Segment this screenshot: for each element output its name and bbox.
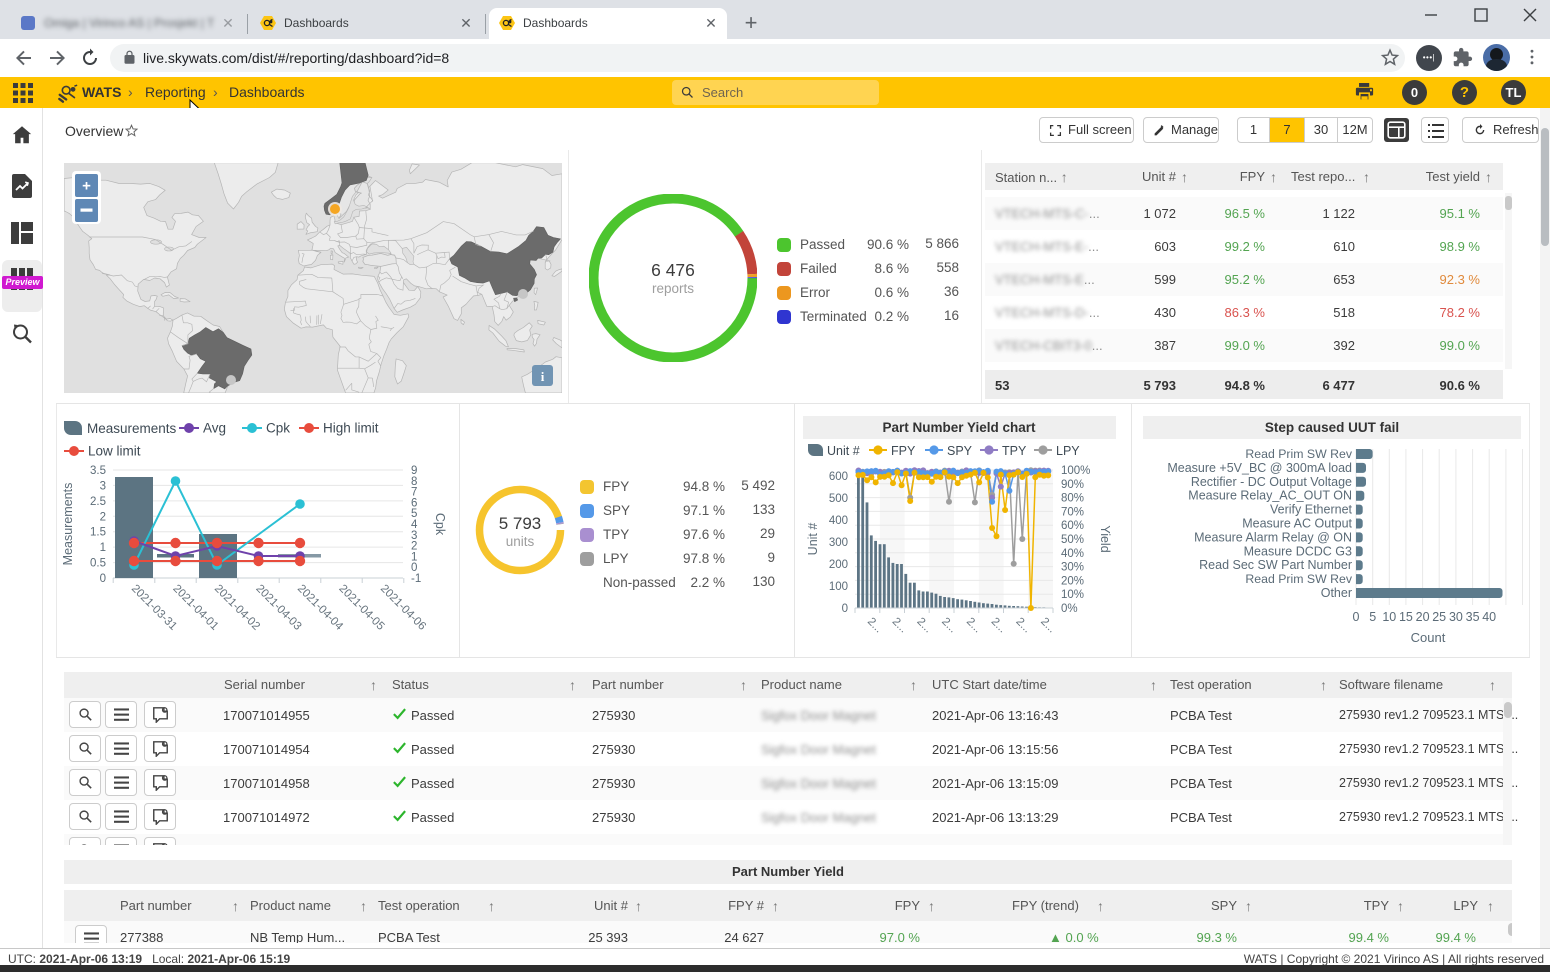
svg-text:40: 40 [1482, 610, 1496, 624]
svg-text:Low limit: Low limit [88, 444, 141, 459]
svg-text:2...: 2... [939, 616, 959, 636]
svg-text:2...: 2... [1013, 616, 1033, 636]
svg-text:90%: 90% [1061, 479, 1084, 491]
svg-text:Other: Other [1321, 586, 1352, 600]
svg-text:400: 400 [829, 515, 848, 527]
svg-text:Measure Relay_AC_OUT ON: Measure Relay_AC_OUT ON [1188, 489, 1352, 503]
svg-text:Measure DCDC G3: Measure DCDC G3 [1244, 544, 1352, 558]
svg-text:35: 35 [1466, 610, 1480, 624]
svg-text:FPY: FPY [891, 444, 916, 458]
svg-text:Unit #: Unit # [806, 523, 820, 556]
svg-text:SPY: SPY [947, 444, 973, 458]
svg-text:1: 1 [100, 542, 106, 554]
svg-text:15: 15 [1399, 610, 1413, 624]
svg-text:30%: 30% [1061, 562, 1084, 574]
svg-text:2...: 2... [989, 616, 1009, 636]
svg-text:500: 500 [829, 493, 848, 505]
svg-text:Unit #: Unit # [827, 444, 860, 458]
svg-text:25: 25 [1432, 610, 1446, 624]
svg-text:600: 600 [829, 471, 848, 483]
svg-text:50%: 50% [1061, 534, 1084, 546]
svg-text:Cpk: Cpk [433, 513, 447, 536]
svg-text:60%: 60% [1061, 520, 1084, 532]
svg-text:3.5: 3.5 [90, 465, 106, 477]
svg-text:2...: 2... [914, 616, 934, 636]
svg-text:0%: 0% [1061, 603, 1078, 615]
svg-text:2...: 2... [890, 616, 910, 636]
svg-text:10: 10 [1382, 610, 1396, 624]
svg-text:Measurements: Measurements [87, 421, 177, 436]
svg-text:Measurements: Measurements [61, 483, 75, 566]
svg-text:1.5: 1.5 [90, 527, 106, 539]
svg-text:Read Prim SW Rev: Read Prim SW Rev [1245, 572, 1352, 586]
svg-text:Measure Alarm Relay @ ON: Measure Alarm Relay @ ON [1194, 530, 1352, 544]
svg-text:0: 0 [1353, 610, 1360, 624]
svg-text:300: 300 [829, 537, 848, 549]
svg-text:Avg: Avg [203, 421, 226, 436]
svg-text:30: 30 [1449, 610, 1463, 624]
svg-text:2: 2 [100, 511, 106, 523]
svg-text:5: 5 [1369, 610, 1376, 624]
svg-text:3: 3 [100, 480, 106, 492]
svg-text:Measure +5V_BC @ 300mA load: Measure +5V_BC @ 300mA load [1167, 461, 1352, 475]
svg-text:0.5: 0.5 [90, 558, 106, 570]
svg-text:Cpk: Cpk [266, 421, 290, 436]
svg-text:Part Number Yield chart: Part Number Yield chart [882, 420, 1036, 435]
svg-text:Read Sec SW Part Number: Read Sec SW Part Number [1199, 558, 1352, 572]
svg-text:2.5: 2.5 [90, 496, 106, 508]
svg-text:80%: 80% [1061, 493, 1084, 505]
svg-text:100: 100 [829, 581, 848, 593]
svg-text:Measure AC Output: Measure AC Output [1242, 517, 1352, 531]
svg-text:20: 20 [1416, 610, 1430, 624]
svg-text:Rectifier - DC Output Voltage: Rectifier - DC Output Voltage [1191, 475, 1352, 489]
svg-text:LPY: LPY [1056, 444, 1080, 458]
svg-text:0: 0 [842, 603, 848, 615]
svg-text:2...: 2... [865, 616, 885, 636]
svg-text:Step caused UUT fail: Step caused UUT fail [1265, 420, 1399, 435]
svg-text:-1: -1 [411, 573, 421, 585]
svg-text:High limit: High limit [323, 421, 379, 436]
svg-text:2...: 2... [964, 616, 984, 636]
svg-text:Verify Ethernet: Verify Ethernet [1270, 503, 1353, 517]
svg-text:40%: 40% [1061, 548, 1084, 560]
svg-text:100%: 100% [1061, 465, 1090, 477]
svg-text:0: 0 [100, 573, 106, 585]
svg-text:70%: 70% [1061, 506, 1084, 518]
svg-text:Read Prim SW Rev: Read Prim SW Rev [1245, 447, 1352, 461]
svg-text:2...: 2... [1038, 616, 1058, 636]
svg-text:Count: Count [1411, 630, 1446, 645]
svg-text:+: + [82, 178, 91, 195]
svg-text:TPY: TPY [1002, 444, 1027, 458]
svg-text:i: i [541, 369, 545, 384]
svg-text:Yield: Yield [1098, 525, 1112, 552]
svg-text:10%: 10% [1061, 589, 1084, 601]
svg-text:200: 200 [829, 559, 848, 571]
svg-text:20%: 20% [1061, 575, 1084, 587]
